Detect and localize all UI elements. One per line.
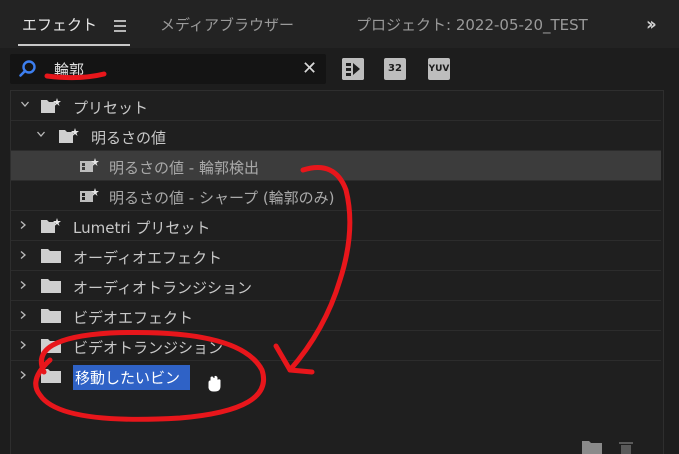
close-icon[interactable]: ✕ — [302, 58, 317, 79]
search-icon — [19, 60, 36, 77]
folder-icon — [41, 309, 61, 323]
chevron-down-icon[interactable] — [21, 100, 29, 108]
tree-row-presets[interactable]: プリセット — [11, 91, 661, 121]
tree-row-edge-detect[interactable]: 明るさの値 - 輪郭検出 — [11, 151, 661, 181]
effects-tree: プリセット 明るさの値 明るさの値 - 輪郭検出 明るさの値 - シャープ (輪… — [10, 90, 664, 454]
tree-row-sharpen[interactable]: 明るさの値 - シャープ (輪郭のみ) — [11, 181, 661, 211]
chevron-right-icon[interactable] — [19, 341, 27, 349]
chevron-right-icon[interactable] — [19, 251, 27, 259]
tree-label: 明るさの値 — [91, 129, 167, 147]
chevron-right-icon[interactable] — [19, 311, 27, 319]
panel-menu-icon[interactable] — [114, 20, 126, 32]
trash-icon[interactable] — [618, 440, 634, 454]
active-tab-indicator — [18, 44, 130, 46]
preset-folder-icon — [41, 98, 61, 113]
tree-row-brightness-value[interactable]: 明るさの値 — [11, 121, 661, 151]
tree-label: ビデオトランジション — [73, 339, 224, 357]
tab-project[interactable]: プロジェクト: 2022-05-20_TEST — [356, 14, 588, 35]
tree-row-audio-effects[interactable]: オーディオエフェクト — [11, 241, 661, 271]
tree-row-new-bin[interactable]: 移動したいビン — [11, 361, 661, 390]
tree-label: 明るさの値 - 輪郭検出 — [109, 159, 259, 177]
yuv-filter-button[interactable]: YUV — [428, 58, 450, 80]
effects-panel-window: エフェクト メディアブラウザー プロジェクト: 2022-05-20_TEST … — [0, 0, 679, 454]
tab-media-browser[interactable]: メディアブラウザー — [160, 14, 294, 35]
folder-icon — [41, 369, 61, 383]
new-bin-icon[interactable] — [582, 440, 602, 454]
accelerated-effects-filter-button[interactable] — [342, 58, 364, 80]
preset-folder-icon — [41, 218, 61, 233]
tree-row-audio-transitions[interactable]: オーディオトランジション — [11, 271, 661, 301]
tree-label: ビデオエフェクト — [73, 309, 194, 327]
tree-row-video-transitions[interactable]: ビデオトランジション — [11, 331, 661, 361]
tree-label: オーディオトランジション — [73, 279, 252, 297]
effects-search-field[interactable]: 輪郭 ✕ — [10, 54, 326, 84]
folder-icon — [41, 339, 61, 353]
tab-effects[interactable]: エフェクト — [22, 14, 97, 35]
folder-icon — [41, 249, 61, 263]
chevron-right-icon[interactable] — [19, 221, 27, 229]
32bit-filter-button[interactable]: 32 — [384, 58, 406, 80]
chevron-right-icon[interactable] — [19, 371, 27, 379]
preset-effect-icon — [80, 158, 99, 172]
tree-label: プリセット — [73, 99, 149, 117]
preset-folder-icon — [59, 128, 79, 143]
tree-label: 明るさの値 - シャープ (輪郭のみ) — [109, 189, 335, 207]
accelerated-effects-icon — [342, 58, 364, 80]
bin-name-input[interactable]: 移動したいビン — [73, 365, 191, 390]
tree-row-video-effects[interactable]: ビデオエフェクト — [11, 301, 661, 331]
tree-row-lumetri-presets[interactable]: Lumetri プリセット — [11, 211, 661, 241]
preset-effect-icon — [80, 188, 99, 202]
panel-tab-bar: エフェクト メディアブラウザー プロジェクト: 2022-05-20_TEST … — [0, 0, 679, 48]
chevron-down-icon[interactable] — [37, 130, 45, 138]
hand-cursor-icon — [207, 374, 222, 393]
search-input[interactable]: 輪郭 — [54, 59, 84, 80]
chevron-right-icon[interactable] — [19, 281, 27, 289]
tree-label: Lumetri プリセット — [73, 219, 211, 237]
overflow-chevron-icon[interactable]: ›› — [646, 14, 657, 35]
tree-label: オーディオエフェクト — [73, 249, 222, 267]
folder-icon — [41, 279, 61, 293]
